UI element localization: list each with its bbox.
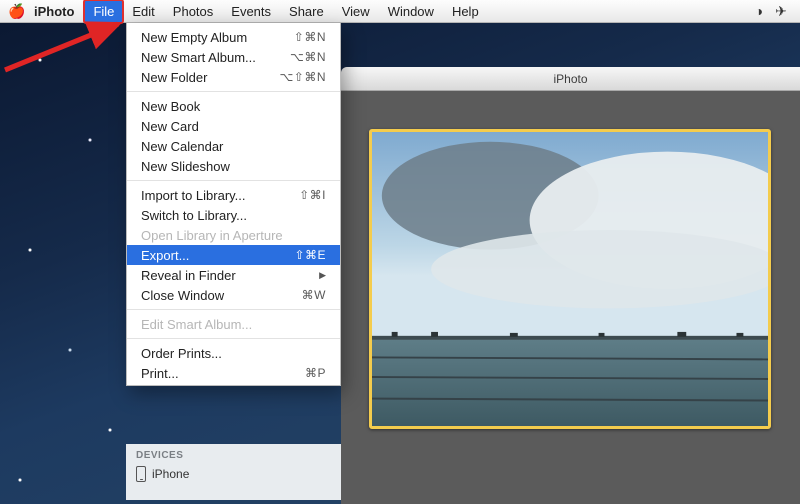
selected-photo-thumbnail[interactable]	[369, 129, 771, 429]
sidebar-section-title: DEVICES	[136, 450, 331, 461]
iphone-icon	[136, 466, 146, 482]
menu-file[interactable]: File	[84, 0, 123, 23]
menu-item-order-prints[interactable]: Order Prints...	[127, 343, 340, 363]
sidebar-devices-section: DEVICES iPhone	[126, 444, 341, 500]
menu-edit[interactable]: Edit	[123, 0, 163, 23]
menu-item-print[interactable]: Print...⌘P	[127, 363, 340, 383]
menu-item-new-slideshow[interactable]: New Slideshow	[127, 156, 340, 176]
menu-item-label: Print...	[141, 366, 305, 381]
mac-menubar: 🍎 iPhoto File Edit Photos Events Share V…	[0, 0, 800, 23]
menu-item-new-empty-album[interactable]: New Empty Album⇧⌘N	[127, 27, 340, 47]
menu-item-label: New Empty Album	[141, 30, 294, 45]
menu-window[interactable]: Window	[379, 0, 443, 23]
menu-item-reveal-in-finder[interactable]: Reveal in Finder	[127, 265, 340, 285]
menu-item-open-library-in-aperture: Open Library in Aperture	[127, 225, 340, 245]
menu-item-label: Close Window	[141, 288, 302, 303]
menu-item-label: Switch to Library...	[141, 208, 326, 223]
menu-item-close-window[interactable]: Close Window⌘W	[127, 285, 340, 305]
menu-item-label: New Calendar	[141, 139, 326, 154]
menu-item-label: Export...	[141, 248, 294, 263]
sidebar-device-iphone[interactable]: iPhone	[136, 466, 331, 482]
window-title: iPhoto	[341, 67, 800, 91]
menu-item-shortcut: ⌘W	[302, 288, 326, 302]
menu-events[interactable]: Events	[222, 0, 280, 23]
menu-view[interactable]: View	[333, 0, 379, 23]
menu-item-new-calendar[interactable]: New Calendar	[127, 136, 340, 156]
menu-item-label: New Folder	[141, 70, 279, 85]
menu-item-edit-smart-album: Edit Smart Album...	[127, 314, 340, 334]
menu-item-label: New Smart Album...	[141, 50, 290, 65]
menu-item-shortcut: ⇧⌘I	[299, 188, 326, 202]
menu-item-new-folder[interactable]: New Folder⌥⇧⌘N	[127, 67, 340, 87]
app-name[interactable]: iPhoto	[24, 4, 84, 19]
menu-item-shortcut: ⇧⌘E	[294, 248, 326, 262]
sidebar-device-label: iPhone	[152, 467, 189, 481]
menu-item-label: Order Prints...	[141, 346, 326, 361]
menu-item-label: Reveal in Finder	[141, 268, 313, 283]
menu-photos[interactable]: Photos	[164, 0, 222, 23]
menu-item-new-card[interactable]: New Card	[127, 116, 340, 136]
menu-share[interactable]: Share	[280, 0, 333, 23]
menu-item-new-smart-album[interactable]: New Smart Album...⌥⌘N	[127, 47, 340, 67]
menu-item-shortcut: ⌥⌘N	[290, 50, 326, 64]
menu-item-import-to-library[interactable]: Import to Library...⇧⌘I	[127, 185, 340, 205]
menu-item-export[interactable]: Export...⇧⌘E	[127, 245, 340, 265]
menu-item-new-book[interactable]: New Book	[127, 96, 340, 116]
menu-item-shortcut: ⇧⌘N	[294, 30, 326, 44]
file-menu-dropdown: New Empty Album⇧⌘NNew Smart Album...⌥⌘NN…	[126, 23, 341, 386]
menu-item-label: New Slideshow	[141, 159, 326, 174]
menu-item-switch-to-library[interactable]: Switch to Library...	[127, 205, 340, 225]
menu-item-shortcut: ⌘P	[305, 366, 326, 380]
menu-item-shortcut: ⌥⇧⌘N	[279, 70, 326, 84]
menu-item-label: Open Library in Aperture	[141, 228, 326, 243]
iphoto-window: iPhoto	[341, 67, 800, 504]
menu-item-label: Import to Library...	[141, 188, 299, 203]
menu-help[interactable]: Help	[443, 0, 488, 23]
menu-item-label: New Book	[141, 99, 326, 114]
tray-icon-1[interactable]: ◑	[748, 3, 770, 19]
apple-menu-icon[interactable]: 🍎	[8, 3, 24, 20]
menu-item-label: New Card	[141, 119, 326, 134]
tray-icon-2[interactable]: ✈	[770, 3, 792, 20]
menu-item-label: Edit Smart Album...	[141, 317, 326, 332]
